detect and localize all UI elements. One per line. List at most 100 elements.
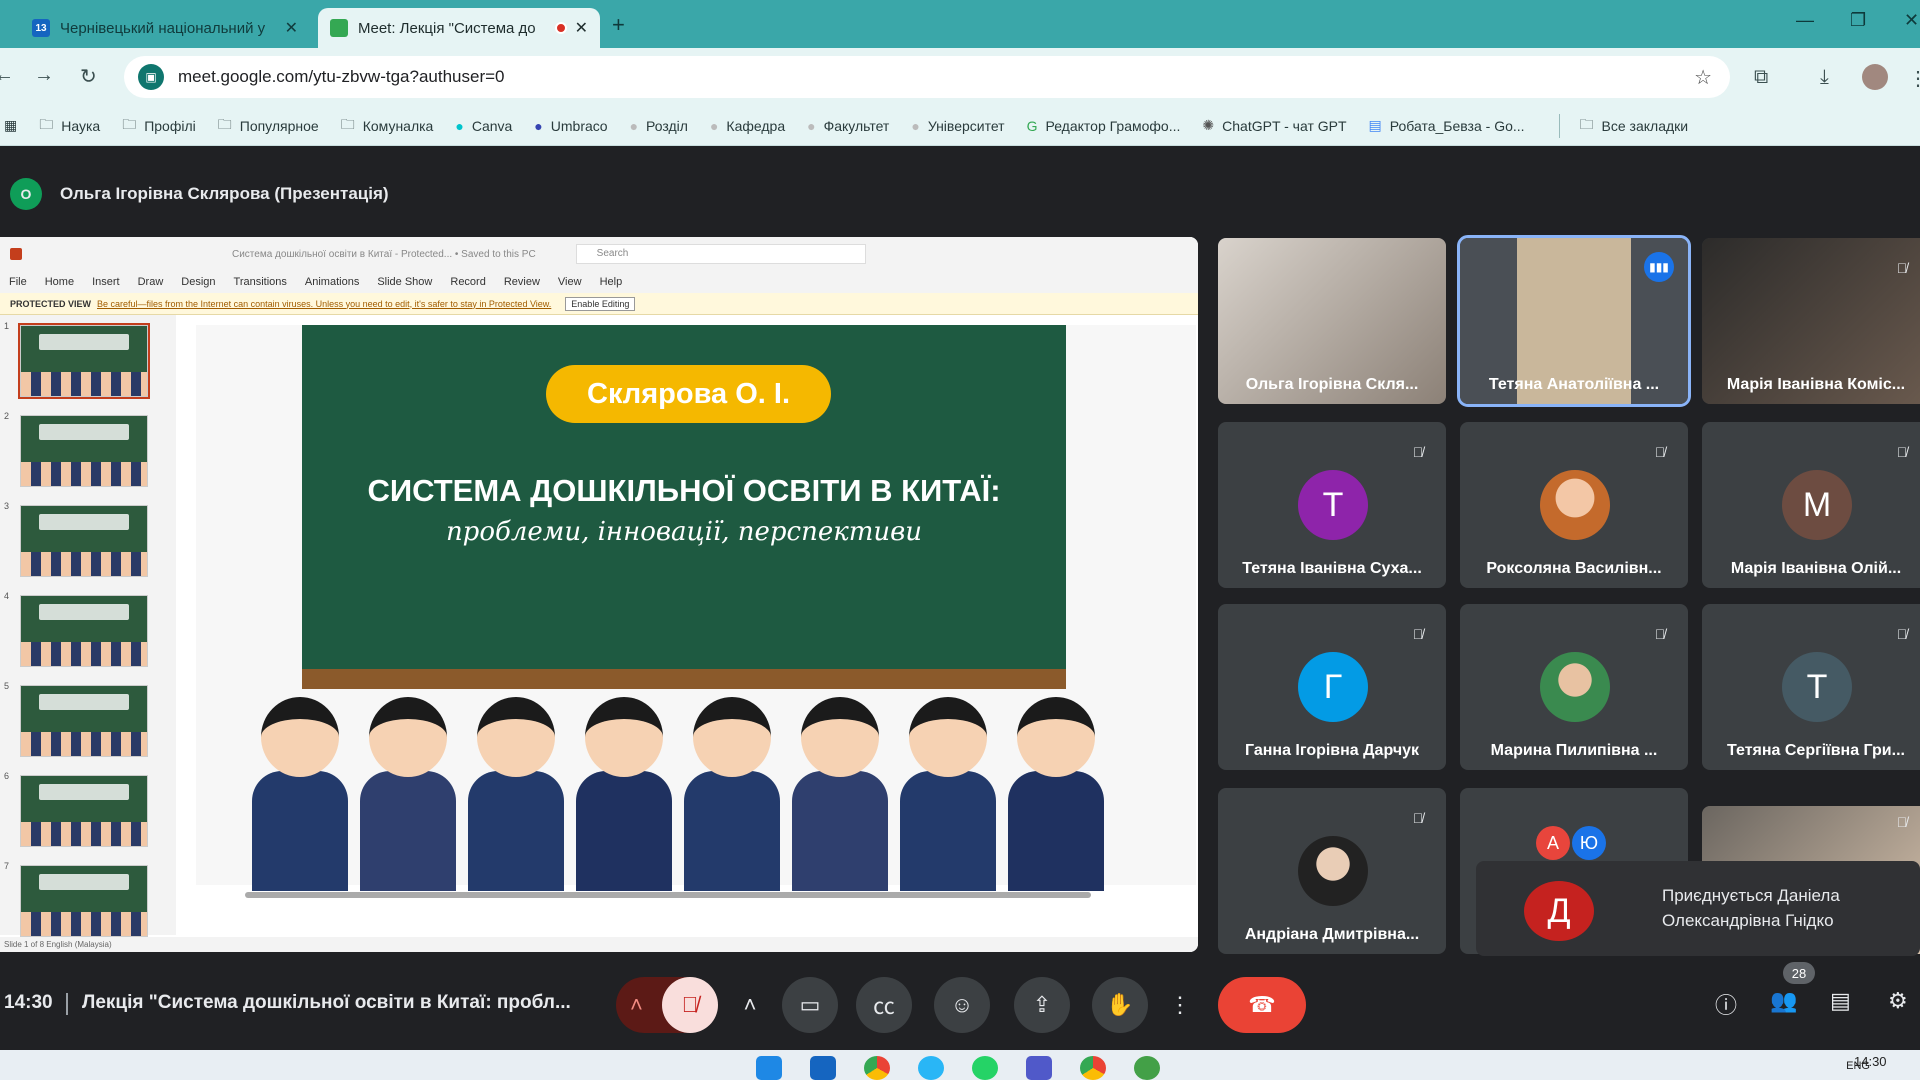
folder-icon: 🗀 xyxy=(122,115,137,132)
search-box: Search xyxy=(575,244,866,264)
more-options-button[interactable]: ⋮ xyxy=(1160,977,1200,1033)
microphone-button[interactable]: 🎙̸ xyxy=(662,977,718,1033)
tab-favicon-icon: 13 xyxy=(32,19,50,37)
thumb-number: 3 xyxy=(4,501,10,511)
activities-button[interactable]: ⚙ xyxy=(1888,988,1908,1014)
divider xyxy=(66,993,68,1015)
mic-off-icon: 🎙̸ xyxy=(1896,444,1908,460)
participant-tile[interactable]: ▮▮▮ Тетяна Анатоліївна ... xyxy=(1457,235,1691,407)
globe-icon: ● xyxy=(709,117,719,134)
document-title: Система дошкільної освіти в Китаї - Prot… xyxy=(232,248,536,260)
camera-button[interactable]: ▭ xyxy=(782,977,838,1033)
bookmark-item[interactable]: 🗀 Комуналка xyxy=(341,114,434,138)
participant-tile[interactable]: 🎙̸ Андріана Дмитрівна... xyxy=(1218,788,1446,954)
chrome-icon[interactable] xyxy=(864,1056,890,1080)
download-icon[interactable]: ⤓ xyxy=(1820,66,1829,89)
menu-icon[interactable]: ⋮ xyxy=(1908,66,1920,91)
restore-icon[interactable]: ❐ xyxy=(1850,10,1866,31)
tab-university[interactable]: 13 Чернівецький національний у ✕ xyxy=(20,8,310,48)
mic-off-icon: 🎙̸ xyxy=(1896,626,1908,642)
bookmark-item[interactable]: 🗀 Все закладки xyxy=(1558,113,1688,138)
participant-name: Тетяна Сергіївна Гри... xyxy=(1727,742,1905,759)
bookmark-item[interactable]: 🗀 Профілі xyxy=(122,114,196,138)
participant-tile[interactable]: Ольга Ігорівна Скля... xyxy=(1218,238,1446,404)
protected-view-text: Be careful—files from the Internet can c… xyxy=(97,298,552,309)
site-info-icon[interactable]: ▣ xyxy=(138,64,164,90)
student-illustration xyxy=(354,697,462,891)
address-bar[interactable]: ▣ meet.google.com/ytu-zbvw-tga?authuser=… xyxy=(124,56,1730,98)
window-close-icon[interactable]: ✕ xyxy=(1904,10,1919,31)
participant-count-badge: 28 xyxy=(1783,962,1815,984)
more-vert-icon: ⋮ xyxy=(1169,992,1191,1017)
start-icon[interactable] xyxy=(756,1056,782,1080)
bookmark-item[interactable]: ● Umbraco xyxy=(534,118,607,134)
student-illustration xyxy=(678,697,786,891)
joining-text: Приєднується Даніела Олександрівна Гнідк… xyxy=(1662,886,1840,930)
bookmark-item[interactable]: ▤ Робата_Бевза - Go... xyxy=(1369,117,1525,134)
folder-icon: 🗀 xyxy=(340,115,355,132)
reload-icon[interactable]: ↻ xyxy=(80,64,97,89)
new-tab-button[interactable]: + xyxy=(612,12,625,38)
tab-meet[interactable]: Meet: Лекція "Система до ✕ xyxy=(318,8,600,48)
profile-avatar[interactable] xyxy=(1862,64,1888,90)
participant-tile[interactable]: 🎙̸ Марина Пилипівна ... xyxy=(1460,604,1688,770)
bookmark-item[interactable]: ● Кафедра xyxy=(710,118,785,134)
star-icon[interactable]: ☆ xyxy=(1694,65,1712,90)
thumb-number: 6 xyxy=(4,771,10,781)
grammarly-icon: G xyxy=(1026,117,1038,134)
chat-button[interactable]: ▤ xyxy=(1830,988,1851,1014)
chrome-profile-icon[interactable] xyxy=(1080,1056,1106,1080)
slide-thumbnail xyxy=(20,865,148,937)
telegram-icon[interactable] xyxy=(918,1056,944,1080)
thumb-number: 7 xyxy=(4,861,10,871)
reactions-button[interactable]: ☺ xyxy=(934,977,990,1033)
participant-tile[interactable]: М 🎙̸ Марія Іванівна Олій... xyxy=(1702,422,1920,588)
mic-off-icon: 🎙̸ xyxy=(1412,444,1424,460)
tab-title: Чернівецький національний у xyxy=(60,19,266,37)
participant-avatar: Т xyxy=(1782,652,1852,722)
bookmark-item[interactable]: ✺ ChatGPT - чат GPT xyxy=(1202,117,1346,134)
teams-icon[interactable] xyxy=(1026,1056,1052,1080)
participant-tile[interactable]: 🎙̸ Роксоляна Василівн... xyxy=(1460,422,1688,588)
back-icon[interactable]: ← xyxy=(0,64,14,87)
present-screen-icon: ⇪ xyxy=(1032,992,1052,1017)
tab-title: Meet: Лекція "Система до xyxy=(358,19,536,37)
participant-tile[interactable]: Т 🎙̸ Тетяна Сергіївна Гри... xyxy=(1702,604,1920,770)
menu-item: Review xyxy=(503,276,540,288)
bookmark-item[interactable]: 🗀 Популярное xyxy=(218,114,319,138)
app-icon[interactable] xyxy=(1134,1056,1160,1080)
raise-hand-button[interactable]: ✋ xyxy=(1092,977,1148,1033)
participant-name: Роксоляна Василівн... xyxy=(1486,560,1662,577)
bookmark-item[interactable]: ● Університет xyxy=(911,118,1004,134)
leave-call-button[interactable]: ☎ xyxy=(1218,977,1306,1033)
participant-tile[interactable]: Г 🎙̸ Ганна Ігорівна Дарчук xyxy=(1218,604,1446,770)
minimize-icon[interactable]: — xyxy=(1796,10,1814,31)
powerpoint-status-bar: Slide 1 of 8 English (Malaysia) xyxy=(0,937,1198,952)
close-icon[interactable]: ✕ xyxy=(285,18,298,38)
participant-tile[interactable]: 🎙̸ Марія Іванівна Коміс... xyxy=(1702,238,1920,404)
extensions-icon[interactable]: ⧉ xyxy=(1754,66,1768,89)
participant-tile[interactable]: Т 🎙̸ Тетяна Іванівна Суха... xyxy=(1218,422,1446,588)
bookmark-item[interactable]: ● Canva xyxy=(455,118,512,134)
slide-canvas: Склярова О. І. СИСТЕМА ДОШКІЛЬНОЇ ОСВІТИ… xyxy=(196,325,1196,891)
present-button[interactable]: ⇪ xyxy=(1014,977,1070,1033)
video-options-button[interactable]: ˄ xyxy=(730,977,770,1033)
whatsapp-icon[interactable] xyxy=(972,1056,998,1080)
forward-icon[interactable]: → xyxy=(34,64,54,87)
people-button[interactable]: 👥 xyxy=(1770,988,1797,1014)
bookmark-item[interactable]: G Редактор Грамофо... xyxy=(1027,118,1181,134)
hand-icon: ✋ xyxy=(1106,992,1134,1017)
mic-off-icon: 🎙̸ xyxy=(681,992,699,1017)
apps-icon[interactable]: ▦ xyxy=(4,117,17,134)
recording-icon xyxy=(554,22,567,34)
menu-item: Insert xyxy=(92,276,120,288)
meeting-info-button[interactable]: ⓘ xyxy=(1715,988,1737,1020)
close-icon[interactable]: ✕ xyxy=(575,18,588,38)
captions-button[interactable]: ㏄ xyxy=(856,977,912,1033)
bookmark-item[interactable]: ● Факультет xyxy=(807,118,889,134)
outlook-icon[interactable] xyxy=(810,1056,836,1080)
chatgpt-icon: ✺ xyxy=(1202,117,1215,133)
participant-name: Ольга Ігорівна Скля... xyxy=(1245,376,1419,393)
bookmark-item[interactable]: ● Розділ xyxy=(630,118,688,134)
bookmark-item[interactable]: 🗀 Наука xyxy=(39,114,100,138)
